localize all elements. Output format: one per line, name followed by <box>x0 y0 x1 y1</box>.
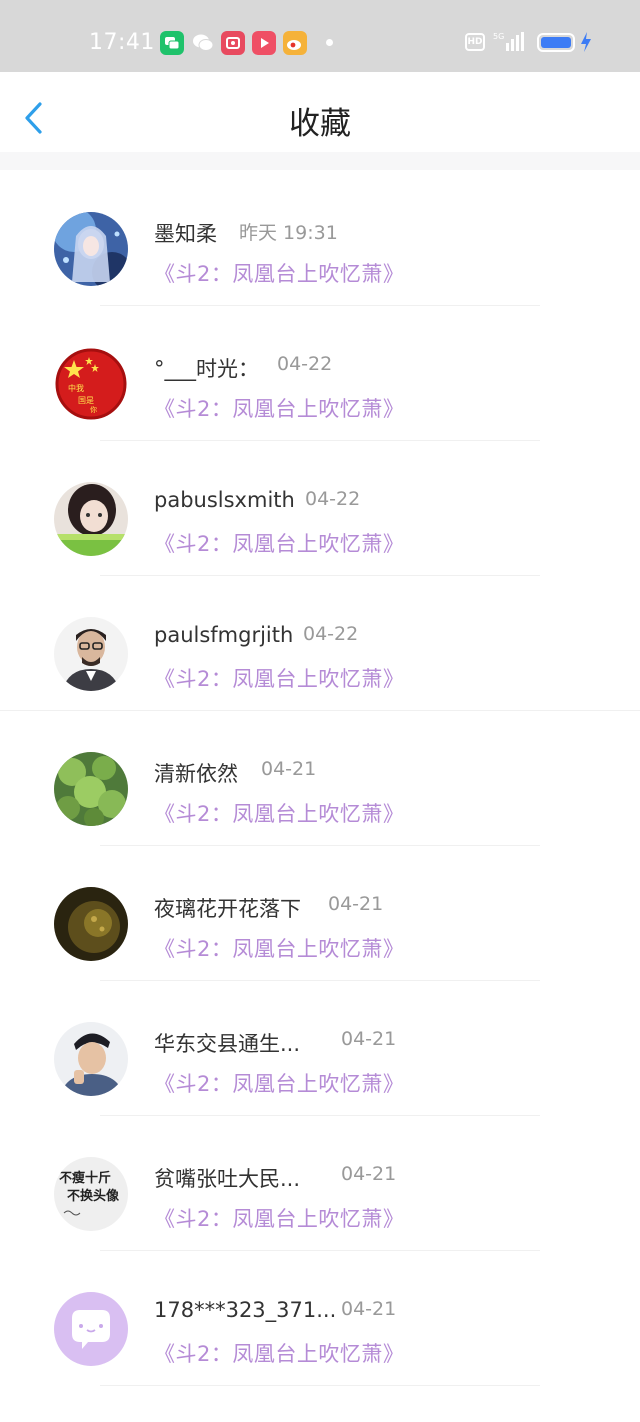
timestamp: 04-21 <box>341 1028 397 1050</box>
avatar-text: 不瘦十斤 <box>59 1170 111 1186</box>
novel-link[interactable]: 《斗2：凤凰台上吹忆萧》 <box>154 1203 404 1233</box>
status-bar: 17:41 HD 5G <box>0 0 640 72</box>
network-label: 5G <box>493 32 504 41</box>
list-item[interactable]: 华东交县通生... 04-21 《斗2：凤凰台上吹忆萧》 <box>0 980 640 1116</box>
timestamp: 04-22 <box>277 353 333 375</box>
video-app-icon <box>252 31 276 55</box>
scan-app-icon <box>221 31 245 55</box>
novel-link[interactable]: 《斗2：凤凰台上吹忆萧》 <box>154 798 404 828</box>
list-item[interactable]: 中我 国是 你 °___时光： 04-22 《斗2：凤凰台上吹忆萧》 <box>0 305 640 441</box>
username: 178***323_371... <box>154 1298 337 1322</box>
username: 夜璃花开花落下 <box>154 897 301 921</box>
username: 墨知柔 <box>154 222 217 246</box>
svg-text:中我: 中我 <box>68 383 84 393</box>
username: 贫嘴张吐大民... <box>154 1167 301 1191</box>
novel-link[interactable]: 《斗2：凤凰台上吹忆萧》 <box>154 1068 404 1098</box>
username: 清新依然 <box>154 762 238 786</box>
timestamp: 04-21 <box>341 1298 397 1320</box>
charging-icon <box>579 30 593 54</box>
list-item[interactable]: pabuslsxmith 04-22 《斗2：凤凰台上吹忆萧》 <box>0 440 640 576</box>
header-spacer <box>0 152 640 170</box>
avatar[interactable] <box>54 212 128 286</box>
header-bar: 收藏 <box>0 72 640 152</box>
novel-link[interactable]: 《斗2：凤凰台上吹忆萧》 <box>154 393 404 423</box>
list-item[interactable]: 清新依然 04-21 《斗2：凤凰台上吹忆萧》 <box>0 710 640 846</box>
timestamp: 04-21 <box>261 758 317 780</box>
avatar[interactable] <box>54 752 128 826</box>
weibo-icon <box>283 31 307 55</box>
list-item[interactable]: 夜璃花开花落下 04-21 《斗2：凤凰台上吹忆萧》 <box>0 845 640 981</box>
svg-text:你: 你 <box>90 405 97 414</box>
avatar[interactable]: 不瘦十斤 不换头像 <box>54 1157 128 1231</box>
username: 华东交县通生... <box>154 1032 301 1056</box>
list-item[interactable]: 墨知柔 昨天 19:31 《斗2：凤凰台上吹忆萧》 <box>0 170 640 306</box>
username: paulsfmgrjith <box>154 623 294 647</box>
novel-link[interactable]: 《斗2：凤凰台上吹忆萧》 <box>154 663 404 693</box>
status-time: 17:41 <box>89 30 155 55</box>
timestamp: 04-22 <box>303 623 359 645</box>
wechat-icon <box>191 31 215 55</box>
novel-link[interactable]: 《斗2：凤凰台上吹忆萧》 <box>154 933 404 963</box>
default-avatar-icon <box>54 1292 128 1366</box>
avatar[interactable] <box>54 617 128 691</box>
avatar-text: 不换头像 <box>67 1188 120 1204</box>
divider <box>100 1385 540 1386</box>
timestamp: 昨天 19:31 <box>239 222 338 244</box>
novel-link[interactable]: 《斗2：凤凰台上吹忆萧》 <box>154 528 404 558</box>
timestamp: 04-21 <box>341 1163 397 1185</box>
novel-link[interactable]: 《斗2：凤凰台上吹忆萧》 <box>154 1338 404 1368</box>
timestamp: 04-22 <box>305 488 361 510</box>
avatar[interactable] <box>54 887 128 961</box>
list-item[interactable]: 不瘦十斤 不换头像 贫嘴张吐大民... 04-21 《斗2：凤凰台上吹忆萧》 <box>0 1115 640 1251</box>
username: °___时光： <box>154 357 259 381</box>
avatar[interactable] <box>54 482 128 556</box>
hd-badge: HD <box>465 33 485 51</box>
novel-link[interactable]: 《斗2：凤凰台上吹忆萧》 <box>154 258 404 288</box>
signal-icon: 5G <box>493 30 527 54</box>
list-item[interactable]: 178***323_371... 04-21 《斗2：凤凰台上吹忆萧》 <box>0 1250 640 1386</box>
messages-icon <box>160 31 184 55</box>
avatar[interactable] <box>54 1022 128 1096</box>
page-title: 收藏 <box>289 106 351 142</box>
notification-dot <box>326 39 333 46</box>
username: pabuslsxmith <box>154 488 295 512</box>
avatar[interactable]: 中我 国是 你 <box>54 347 128 421</box>
svg-text:国是: 国是 <box>78 396 94 405</box>
avatar[interactable] <box>54 1292 128 1366</box>
timestamp: 04-21 <box>328 893 384 915</box>
battery-icon <box>537 33 575 52</box>
list-item[interactable]: paulsfmgrjith 04-22 《斗2：凤凰台上吹忆萧》 <box>0 575 640 711</box>
